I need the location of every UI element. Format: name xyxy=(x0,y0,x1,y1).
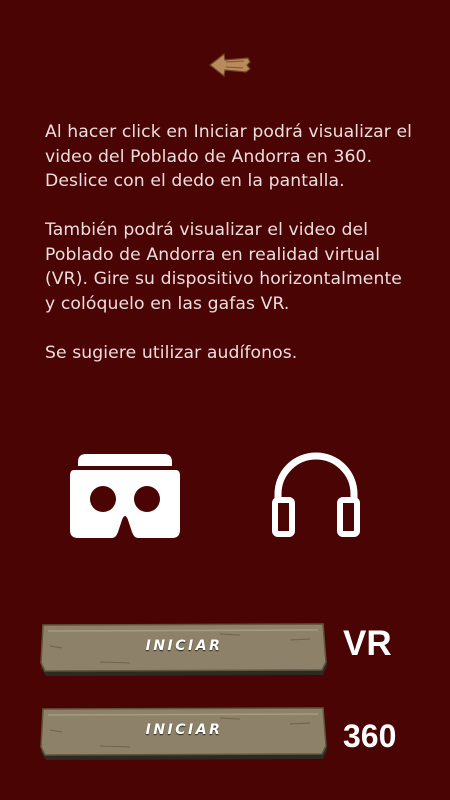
back-button[interactable] xyxy=(206,50,252,80)
mode-label-360: 360 xyxy=(343,718,397,754)
start-360-label: INICIAR xyxy=(145,722,223,738)
start-vr-button[interactable]: INICIAR xyxy=(40,622,328,676)
back-arrow-icon xyxy=(209,52,251,78)
instruction-paragraph-audio: Se sugiere utilizar audífonos. xyxy=(45,342,298,363)
headphones-icon xyxy=(272,452,360,537)
vr-headset-icon xyxy=(70,454,180,538)
mode-label-vr: VR xyxy=(343,624,392,663)
start-vr-label: INICIAR xyxy=(145,638,223,654)
instructions-text: Al hacer click en Iniciar podrá visualiz… xyxy=(45,120,415,390)
instruction-paragraph-vr: También podrá visualizar el video del Po… xyxy=(45,220,402,314)
instruction-paragraph-360: Al hacer click en Iniciar podrá visualiz… xyxy=(45,122,413,191)
start-360-button[interactable]: INICIAR xyxy=(40,706,328,760)
